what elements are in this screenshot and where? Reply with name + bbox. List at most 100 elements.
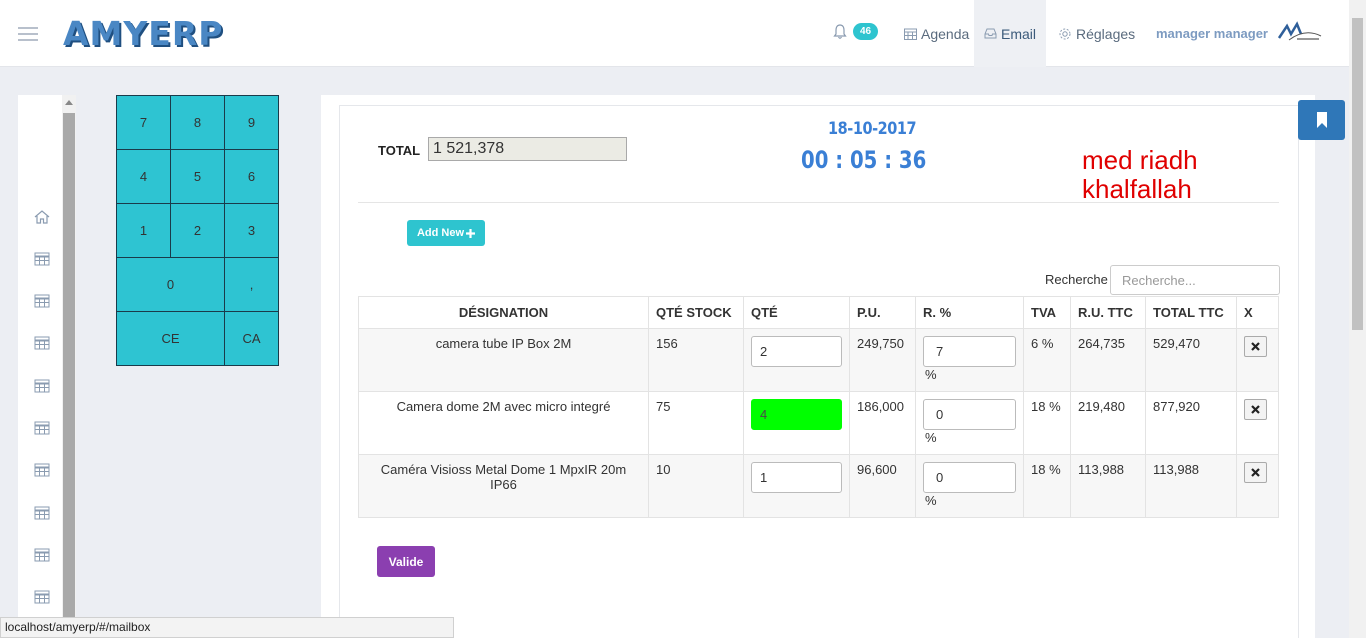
remove-line-button[interactable]	[1244, 462, 1267, 483]
cell-vat: 6 %	[1023, 328, 1071, 392]
top-navbar: AMYERP 46 Agenda Email Réglages manager …	[0, 0, 1349, 67]
cell-unit-price: 96,600	[849, 454, 916, 518]
validate-button[interactable]: Valide	[377, 546, 435, 577]
key-3[interactable]: 3	[224, 203, 279, 258]
gear-icon	[1059, 28, 1071, 39]
key-8[interactable]: 8	[170, 95, 225, 150]
app-logo[interactable]: AMYERP	[63, 14, 223, 53]
cell-unit-ttc: 264,735	[1070, 328, 1146, 392]
key-comma[interactable]: ,	[224, 257, 279, 312]
key-clear-entry[interactable]: CE	[116, 311, 225, 366]
key-0[interactable]: 0	[116, 257, 225, 312]
search-input[interactable]	[1110, 265, 1280, 295]
company-logo-avatar[interactable]	[1277, 20, 1323, 44]
key-4[interactable]: 4	[116, 149, 171, 204]
home-icon[interactable]	[34, 210, 50, 224]
col-discount[interactable]: R. %	[915, 296, 1024, 329]
discount-input[interactable]	[923, 399, 1016, 430]
nav-email[interactable]: Email	[974, 0, 1046, 67]
discount-input[interactable]	[923, 462, 1016, 493]
cell-qty	[743, 391, 850, 455]
cell-discount: %	[915, 454, 1024, 518]
table-icon[interactable]	[34, 421, 50, 435]
col-total-ttc[interactable]: TOTAL TTC	[1145, 296, 1237, 329]
col-qty[interactable]: QTÉ	[743, 296, 850, 329]
bookmark-button[interactable]	[1298, 100, 1345, 140]
qty-input[interactable]	[751, 336, 842, 367]
sidebar-scrollbar[interactable]	[62, 95, 76, 638]
key-6[interactable]: 6	[224, 149, 279, 204]
cell-unit-price: 249,750	[849, 328, 916, 392]
table-icon[interactable]	[34, 294, 50, 308]
cell-qty	[743, 328, 850, 392]
session-clock: 00 : 05 : 36	[801, 146, 927, 174]
cell-unit-ttc: 113,988	[1070, 454, 1146, 518]
cell-vat: 18 %	[1023, 391, 1071, 455]
cell-vat: 18 %	[1023, 454, 1071, 518]
col-vat[interactable]: TVA	[1023, 296, 1071, 329]
key-1[interactable]: 1	[116, 203, 171, 258]
table-row: camera tube IP Box 2M 156 249,750 % 6 % …	[358, 328, 1279, 392]
cell-total-ttc: 877,920	[1145, 391, 1237, 455]
divider	[358, 202, 1279, 203]
key-2[interactable]: 2	[170, 203, 225, 258]
qty-input[interactable]	[751, 399, 842, 430]
cell-total-ttc: 113,988	[1145, 454, 1237, 518]
cell-unit-ttc: 219,480	[1070, 391, 1146, 455]
cell-remove	[1236, 328, 1279, 392]
remove-line-button[interactable]	[1244, 399, 1267, 420]
cell-remove	[1236, 391, 1279, 455]
key-5[interactable]: 5	[170, 149, 225, 204]
col-stock[interactable]: QTÉ STOCK	[648, 296, 744, 329]
table-icon[interactable]	[34, 379, 50, 393]
menu-toggle-icon[interactable]	[18, 27, 38, 41]
table-icon[interactable]	[34, 463, 50, 477]
left-sidebar	[18, 95, 76, 638]
nav-agenda[interactable]: Agenda	[904, 0, 969, 67]
cell-stock: 10	[648, 454, 744, 518]
qty-input[interactable]	[751, 462, 842, 493]
key-9[interactable]: 9	[224, 95, 279, 150]
cell-total-ttc: 529,470	[1145, 328, 1237, 392]
table-icon[interactable]	[34, 252, 50, 266]
add-new-button[interactable]: Add New	[407, 220, 485, 246]
key-7[interactable]: 7	[116, 95, 171, 150]
cell-qty	[743, 454, 850, 518]
close-icon	[1251, 405, 1260, 414]
cell-designation: Caméra Visioss Metal Dome 1 MpxIR 20m IP…	[358, 454, 649, 518]
cell-stock: 75	[648, 391, 744, 455]
cell-discount: %	[915, 391, 1024, 455]
cell-discount: %	[915, 328, 1024, 392]
user-name: manager manager	[1156, 26, 1268, 41]
total-field[interactable]	[428, 137, 627, 161]
col-unit-ttc[interactable]: R.U. TTC	[1070, 296, 1146, 329]
current-date: 18-10-2017	[828, 119, 917, 139]
table-icon[interactable]	[34, 506, 50, 520]
key-clear-all[interactable]: CA	[224, 311, 279, 366]
table-icon[interactable]	[34, 590, 50, 604]
cell-designation: camera tube IP Box 2M	[358, 328, 649, 392]
plus-icon	[466, 228, 476, 238]
cell-unit-price: 186,000	[849, 391, 916, 455]
pos-card: TOTAL 18-10-2017 00 : 05 : 36 med riadh …	[339, 105, 1299, 638]
percent-label: %	[925, 493, 937, 508]
col-designation[interactable]: DÉSIGNATION	[358, 296, 649, 329]
table-row: Camera dome 2M avec micro integré 75 186…	[358, 391, 1279, 455]
table-icon[interactable]	[34, 548, 50, 562]
col-remove: X	[1236, 296, 1279, 329]
close-icon	[1251, 468, 1260, 477]
percent-label: %	[925, 430, 937, 445]
notification-count-badge[interactable]: 46	[853, 23, 879, 40]
table-icon[interactable]	[34, 336, 50, 350]
remove-line-button[interactable]	[1244, 336, 1267, 357]
page-scrollbar[interactable]	[1349, 0, 1366, 638]
discount-input[interactable]	[923, 336, 1016, 367]
search-label: Recherche	[1045, 272, 1108, 287]
user-menu[interactable]: manager manager	[1156, 0, 1268, 67]
nav-settings-label: Réglages	[1076, 25, 1136, 42]
nav-settings[interactable]: Réglages	[1058, 0, 1135, 67]
close-icon	[1251, 342, 1260, 351]
cell-designation: Camera dome 2M avec micro integré	[358, 391, 649, 455]
col-unit-price[interactable]: P.U.	[849, 296, 916, 329]
bell-icon[interactable]	[833, 24, 847, 43]
